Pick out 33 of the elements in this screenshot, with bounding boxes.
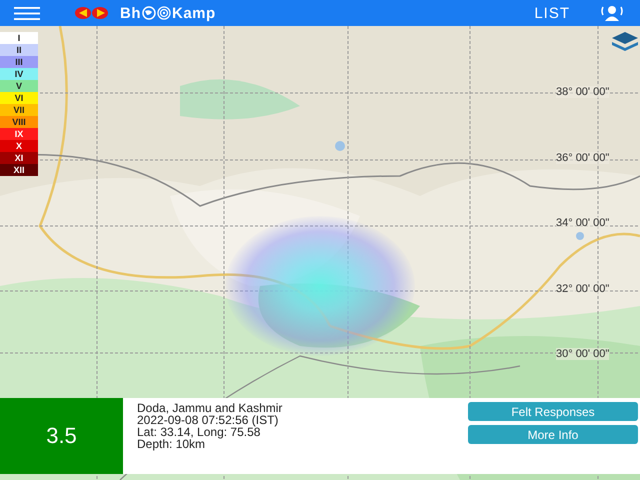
intensity-legend-item: IX (0, 128, 38, 140)
intensity-legend-item: I (0, 32, 38, 44)
intensity-legend-item: VI (0, 92, 38, 104)
list-link[interactable]: LIST (534, 4, 570, 22)
intensity-legend-item: VIII (0, 116, 38, 128)
user-icon[interactable] (600, 5, 624, 21)
location-text: Doda, Jammu and Kashmir (137, 402, 284, 414)
intensity-legend-item: XI (0, 152, 38, 164)
app-title: Bh (120, 4, 141, 22)
latitude-label: 34° 00' 00" (556, 217, 610, 229)
intensity-legend-item: IV (0, 68, 38, 80)
action-button[interactable]: Felt Responses (468, 402, 638, 421)
intensity-legend-item: II (0, 44, 38, 56)
action-button[interactable]: More Info (468, 425, 638, 444)
logo-icon (74, 6, 110, 20)
time-text: 2022-09-08 07:52:56 (IST) (137, 414, 280, 426)
latitude-label: 38° 00' 00" (556, 86, 610, 98)
menu-icon[interactable] (12, 6, 42, 20)
latitude-label: 36° 00' 00" (556, 152, 610, 164)
coordinates-text: Lat: 33.14, Long: 75.58 (137, 426, 260, 438)
app-title: Kamp (172, 4, 216, 22)
latitude-label: 32° 00' 00" (556, 282, 610, 294)
intensity-legend-item: X (0, 140, 38, 152)
intensity-legend-item: VII (0, 104, 38, 116)
intensity-legend-item: V (0, 80, 38, 92)
depth-text: Depth: 10km (137, 438, 206, 450)
latitude-label: 30° 00' 00" (556, 348, 610, 360)
target-icon (157, 6, 171, 20)
magnitude-badge: 3.5 (0, 398, 123, 474)
layers-icon[interactable] (612, 32, 638, 52)
intensity-legend-item: III (0, 56, 38, 68)
intensity-legend-item: XII (0, 164, 38, 176)
globe-icon (142, 6, 156, 20)
